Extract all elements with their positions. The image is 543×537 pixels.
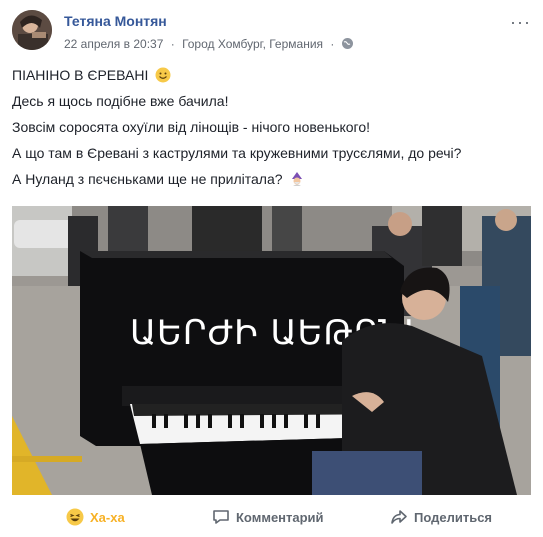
comment-label: Комментарий: [236, 509, 324, 525]
post-meta: 22 апреля в 20:37 · Город Хомбург, Герма…: [64, 37, 353, 51]
post-line: А Нуланд з пєчєньками ще не прилітала?: [12, 171, 283, 187]
mage-emoji-icon: [289, 171, 305, 187]
author-name[interactable]: Тетяна Монтян: [64, 13, 167, 29]
smile-emoji-icon: [155, 67, 171, 83]
facebook-post: Тетяна Монтян 22 апреля в 20:37 · Город …: [0, 0, 543, 537]
meta-separator: ·: [170, 37, 175, 51]
haha-icon: [66, 508, 84, 526]
share-icon: [390, 508, 408, 526]
comment-button[interactable]: Комментарий: [212, 508, 324, 526]
share-button[interactable]: Поделиться: [390, 508, 492, 526]
haha-label: Ха-ха: [90, 509, 125, 525]
haha-reaction-button[interactable]: Ха-ха: [66, 508, 125, 526]
video-player[interactable]: ԱԵՐԺԻ ԱԵԹՐՆԼ: [12, 206, 531, 495]
meta-separator: ·: [330, 37, 335, 51]
post-line: Зовсім соросята охуїли від лінощів - ніч…: [12, 119, 371, 135]
post-line: А що там в Єревані з каструлями та круже…: [12, 145, 462, 161]
post-line: ПІАНІНО В ЄРЕВАНІ: [12, 67, 149, 83]
share-label: Поделиться: [414, 509, 493, 525]
avatar[interactable]: [12, 10, 52, 50]
globe-icon[interactable]: [341, 38, 353, 49]
post-date[interactable]: 22 апреля в 20:37: [64, 37, 163, 51]
post-actions: Ха-ха Комментарий Поделиться: [0, 500, 543, 534]
more-icon[interactable]: ···: [510, 12, 531, 33]
comment-icon: [212, 508, 230, 526]
post-line: Десь я щось подібне вже бачила!: [12, 93, 229, 109]
post-text: ПІАНІНО В ЄРЕВАНІ Десь я щось подібне вж…: [12, 66, 532, 196]
post-location[interactable]: Город Хомбург, Германия: [182, 37, 323, 51]
